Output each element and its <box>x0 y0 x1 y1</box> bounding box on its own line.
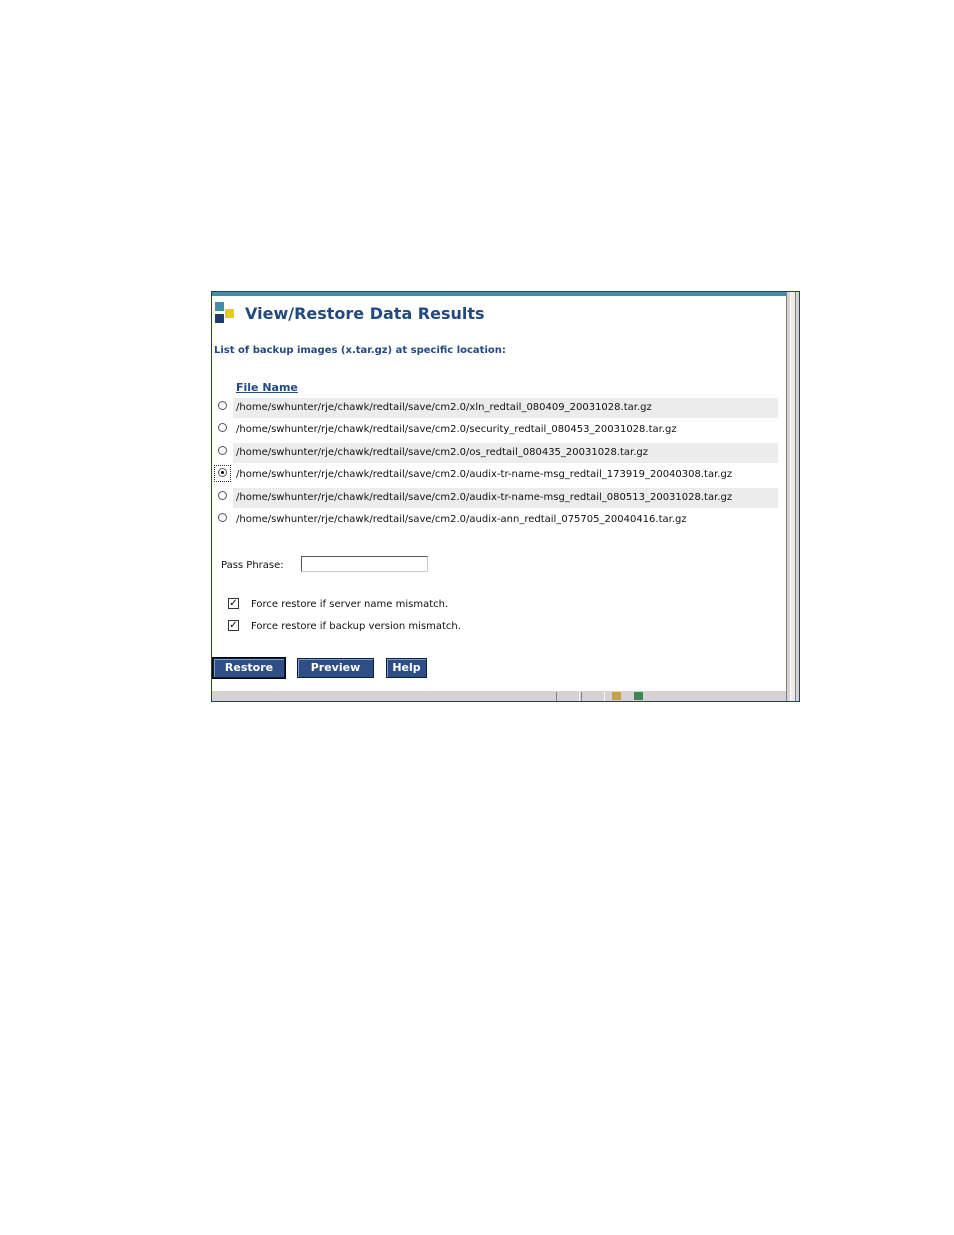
file-path-4: /home/swhunter/rje/chawk/redtail/save/cm… <box>236 469 733 480</box>
app-logo-icon <box>215 302 235 324</box>
file-radio-3[interactable] <box>218 446 227 455</box>
browser-window: View/Restore Data Results List of backup… <box>211 291 800 702</box>
file-radio-2[interactable] <box>218 423 227 432</box>
preview-button[interactable]: Preview <box>297 658 374 678</box>
backup-list-label: List of backup images (x.tar.gz) at spec… <box>214 345 506 356</box>
file-path-5: /home/swhunter/rje/chawk/redtail/save/cm… <box>236 492 733 503</box>
file-radio-4[interactable] <box>218 468 227 477</box>
header-accent-bar <box>212 292 788 296</box>
force-server-name-checkbox[interactable]: ✓ <box>228 598 239 609</box>
file-radio-1[interactable] <box>218 401 227 410</box>
vertical-scrollbar[interactable] <box>786 292 799 701</box>
file-row-1[interactable]: /home/swhunter/rje/chawk/redtail/save/cm… <box>212 398 778 418</box>
file-path-6: /home/swhunter/rje/chawk/redtail/save/cm… <box>236 514 687 525</box>
lock-icon <box>612 692 621 700</box>
browser-status-bar <box>212 690 788 701</box>
force-server-name-label: Force restore if server name mismatch. <box>251 599 449 610</box>
help-button[interactable]: Help <box>386 658 427 678</box>
file-path-3: /home/swhunter/rje/chawk/redtail/save/cm… <box>236 447 649 458</box>
file-path-2: /home/swhunter/rje/chawk/redtail/save/cm… <box>236 424 677 435</box>
force-backup-version-checkbox[interactable]: ✓ <box>228 620 239 631</box>
file-row-3[interactable]: /home/swhunter/rje/chawk/redtail/save/cm… <box>212 443 778 463</box>
zone-icon <box>634 692 643 700</box>
file-row-4[interactable]: /home/swhunter/rje/chawk/redtail/save/cm… <box>212 465 778 485</box>
file-row-5[interactable]: /home/swhunter/rje/chawk/redtail/save/cm… <box>212 488 778 508</box>
pass-phrase-input[interactable] <box>301 556 428 572</box>
file-row-6[interactable]: /home/swhunter/rje/chawk/redtail/save/cm… <box>212 510 778 530</box>
file-radio-6[interactable] <box>218 513 227 522</box>
pass-phrase-label: Pass Phrase: <box>221 560 284 571</box>
restore-button[interactable]: Restore <box>212 657 286 679</box>
file-path-1: /home/swhunter/rje/chawk/redtail/save/cm… <box>236 402 652 413</box>
force-backup-version-label: Force restore if backup version mismatch… <box>251 621 461 632</box>
file-radio-5[interactable] <box>218 491 227 500</box>
file-row-2[interactable]: /home/swhunter/rje/chawk/redtail/save/cm… <box>212 420 778 440</box>
file-name-column-header[interactable]: File Name <box>236 381 298 394</box>
page-title: View/Restore Data Results <box>245 304 485 323</box>
